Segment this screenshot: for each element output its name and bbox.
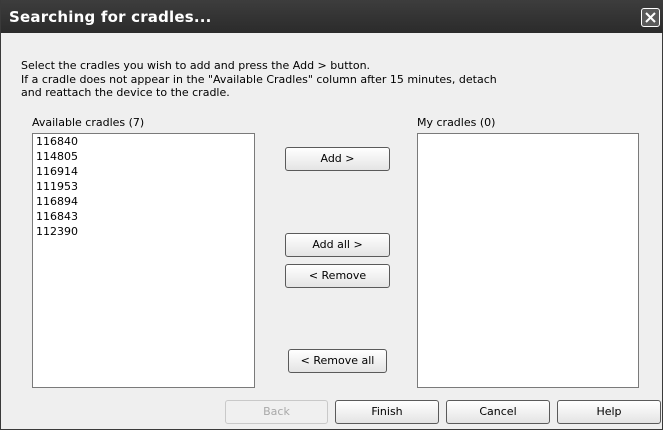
list-item[interactable]: 116840 xyxy=(33,134,254,149)
back-button[interactable]: Back xyxy=(225,400,328,424)
instruction-line-3: and reattach the device to the cradle. xyxy=(21,86,230,99)
my-cradles-list[interactable] xyxy=(417,133,639,388)
list-item[interactable]: 114805 xyxy=(33,149,254,164)
available-cradles-list[interactable]: 116840 114805 116914 111953 116894 11684… xyxy=(32,133,255,388)
dialog-window: Searching for cradles... Select the crad… xyxy=(0,0,663,430)
finish-button[interactable]: Finish xyxy=(335,400,439,424)
instruction-line-2: If a cradle does not appear in the "Avai… xyxy=(21,72,497,86)
remove-button[interactable]: < Remove xyxy=(285,264,390,288)
cancel-button[interactable]: Cancel xyxy=(446,400,550,424)
list-item[interactable]: 116894 xyxy=(33,194,254,209)
help-button[interactable]: Help xyxy=(557,400,661,424)
list-item[interactable]: 116914 xyxy=(33,164,254,179)
add-button[interactable]: Add > xyxy=(285,147,390,171)
list-item[interactable]: 111953 xyxy=(33,179,254,194)
title-bar: Searching for cradles... xyxy=(1,0,663,33)
close-button[interactable] xyxy=(641,8,660,27)
list-item[interactable]: 116843 xyxy=(33,209,254,224)
instruction-line-1: Select the cradles you wish to add and p… xyxy=(21,59,371,72)
add-all-button[interactable]: Add all > xyxy=(285,233,390,257)
available-cradles-label: Available cradles (7) xyxy=(32,116,145,129)
list-item[interactable]: 112390 xyxy=(33,224,254,239)
close-icon xyxy=(645,12,656,23)
remove-all-button[interactable]: < Remove all xyxy=(288,349,387,373)
window-title: Searching for cradles... xyxy=(9,8,212,26)
my-cradles-label: My cradles (0) xyxy=(417,116,496,129)
instructions: Select the cradles you wish to add and p… xyxy=(21,59,497,100)
